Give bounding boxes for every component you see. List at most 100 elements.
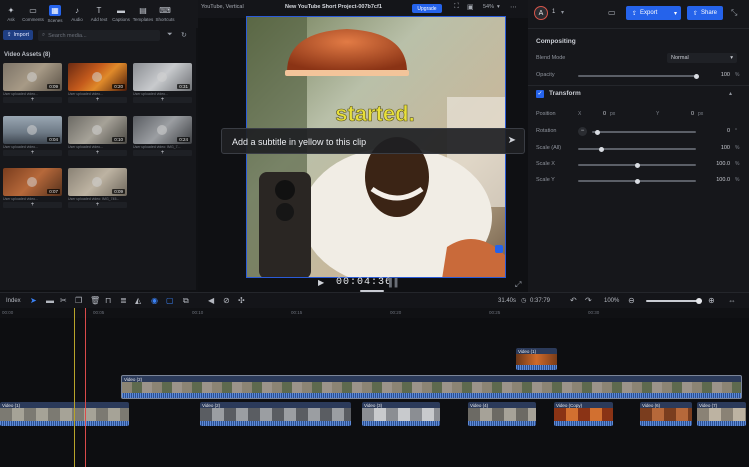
volume-icon[interactable]: ◀ — [208, 296, 214, 305]
asset-thumbnail[interactable]: 0:24 — [133, 116, 192, 144]
add-to-timeline-button[interactable]: + — [133, 150, 192, 156]
scale-all-slider[interactable] — [578, 146, 696, 152]
split-icon[interactable]: ⧉ — [183, 296, 189, 305]
playhead[interactable] — [85, 308, 86, 467]
slider-knob[interactable] — [693, 73, 699, 79]
index-label[interactable]: Index — [6, 297, 21, 306]
add-to-timeline-button[interactable]: + — [68, 202, 127, 208]
asset-card[interactable]: 0:07 User uploaded video... + — [3, 168, 62, 208]
rotation-value[interactable]: 0 — [708, 128, 730, 134]
redo-icon[interactable]: ↷ — [585, 296, 592, 305]
toolbar-add-text[interactable]: T Add text — [88, 0, 110, 28]
asset-thumbnail[interactable]: 0:09 — [3, 63, 62, 91]
position-y-value[interactable]: 0 — [666, 111, 694, 117]
asset-card[interactable]: 0:10 User uploaded video... + — [68, 116, 127, 156]
timeline-clip[interactable]: Video (1) — [516, 348, 557, 370]
frame-icon[interactable]: ▢ — [166, 296, 174, 305]
slider-knob[interactable] — [594, 129, 600, 135]
slider-knob[interactable] — [634, 178, 640, 184]
add-to-timeline-button[interactable]: + — [3, 150, 62, 156]
asset-thumbnail[interactable]: 0:20 — [68, 63, 127, 91]
collapse-icon[interactable]: ⤡ — [731, 8, 737, 18]
add-to-timeline-button[interactable]: + — [133, 97, 192, 103]
chevron-down-icon[interactable]: ▾ — [674, 10, 677, 17]
position-x-value[interactable]: 0 — [586, 111, 606, 117]
upgrade-button[interactable]: Upgrade — [412, 4, 442, 13]
lock-icon[interactable]: ⊓ — [105, 296, 111, 305]
undo-icon[interactable]: ↶ — [570, 296, 577, 305]
toolbar-scenes[interactable]: ▦ Scenes — [44, 0, 66, 28]
asset-thumbnail[interactable]: 0:09 — [68, 168, 127, 196]
export-button[interactable]: ⇪ Export ▾ — [626, 6, 681, 20]
transform-checkbox[interactable]: ✓ — [536, 90, 544, 98]
import-button[interactable]: ⇪ Import — [3, 30, 33, 40]
opacity-slider[interactable] — [578, 73, 699, 79]
asset-card[interactable]: 0:09 User uploaded video... + — [3, 63, 62, 103]
timeline-zoom-slider[interactable] — [646, 298, 702, 304]
add-to-timeline-button[interactable]: + — [68, 150, 127, 156]
zoom-in-icon[interactable]: ⊕ — [708, 296, 715, 305]
scale-y-value[interactable]: 100.0 — [708, 177, 730, 183]
scale-x-value[interactable]: 100.0 — [708, 161, 730, 167]
slider-knob[interactable] — [599, 146, 605, 152]
asset-thumbnail[interactable]: 0:31 — [133, 63, 192, 91]
toolbar-captions[interactable]: ▬ Captions — [110, 0, 132, 28]
fill-icon[interactable]: ◭ — [135, 296, 141, 305]
monitor-icon[interactable]: ▭ — [608, 8, 616, 17]
blend-mode-select[interactable]: Normal ▾ — [667, 53, 737, 63]
trash-icon[interactable]: 🗑 — [90, 296, 100, 305]
play-icon[interactable]: ▶ — [318, 278, 324, 287]
more-icon[interactable]: ⋯ — [510, 3, 517, 11]
scissors-icon[interactable]: ✂ — [60, 296, 67, 305]
send-icon[interactable]: ➤ — [508, 135, 516, 146]
add-to-timeline-button[interactable]: + — [3, 202, 62, 208]
eye-icon[interactable]: ◉ — [151, 296, 158, 305]
asset-card[interactable]: 0:04 User uploaded video... + — [3, 116, 62, 156]
timeline-ruler[interactable]: 00:00 00:05 00:10 00:15 00:20 00:25 00:3… — [0, 308, 749, 318]
toolbar-templates[interactable]: ▤ Templates — [132, 0, 154, 28]
zoom-out-icon[interactable]: ⊖ — [628, 296, 635, 305]
chevron-down-icon[interactable]: ▾ — [561, 9, 564, 16]
asset-card[interactable]: 0:31 User uploaded video... + — [133, 63, 192, 103]
refresh-icon[interactable]: ↻ — [181, 31, 187, 39]
asset-thumbnail[interactable]: 0:07 — [3, 168, 62, 196]
timeline-clip[interactable]: Video (2) — [200, 402, 351, 426]
in-point-marker[interactable] — [74, 308, 75, 467]
timeline-clip[interactable]: Video (4) — [468, 402, 536, 426]
asset-card[interactable]: 0:24 User uploaded video: IMG_7... + — [133, 116, 192, 156]
timeline-clip[interactable]: Video (Copy) — [554, 402, 613, 426]
scale-y-slider[interactable] — [578, 178, 696, 184]
share-button[interactable]: ⇧ Share — [687, 6, 723, 20]
timeline-clip[interactable]: Video (7) — [697, 402, 746, 426]
timeline-clip[interactable]: Video (1) — [0, 402, 129, 426]
timeline-zoom[interactable]: 100% — [604, 297, 619, 306]
cursor-icon[interactable]: ➤ — [30, 296, 37, 305]
comment-icon[interactable]: ▬ — [46, 296, 54, 305]
filter-icon[interactable]: ⏷ — [167, 31, 173, 39]
copy-icon[interactable]: ❐ — [75, 296, 82, 305]
project-title[interactable]: New YouTube Short Project-007b7cf1 — [285, 4, 382, 10]
stack-icon[interactable]: ≣ — [120, 296, 127, 305]
avatar[interactable]: A — [534, 6, 548, 20]
asset-thumbnail[interactable]: 0:04 — [3, 116, 62, 144]
fit-icon[interactable]: ▣ — [467, 3, 474, 11]
asset-card[interactable]: 0:20 User uploaded video... + — [68, 63, 127, 103]
add-to-timeline-button[interactable]: + — [68, 97, 127, 103]
zoom-value[interactable]: 54% — [483, 4, 494, 10]
chevron-down-icon[interactable]: ▾ — [497, 4, 500, 10]
opacity-value[interactable]: 100 — [708, 72, 730, 78]
search-input[interactable]: ⌕ Search media... — [38, 30, 160, 41]
timeline-clip[interactable]: Video (3) — [362, 402, 440, 426]
toolbar-comments[interactable]: ▭ Comments — [22, 0, 44, 28]
timeline-clip[interactable]: Video (6) — [640, 402, 692, 426]
fit-timeline-icon[interactable]: ⇔ — [728, 296, 736, 305]
magic-icon[interactable]: ✣ — [238, 296, 245, 305]
scale-x-slider[interactable] — [578, 162, 696, 168]
fullscreen-icon[interactable]: ⛶ — [454, 3, 459, 11]
toolbar-ask[interactable]: ✦ Ask — [0, 0, 22, 28]
rotation-slider[interactable] — [592, 129, 696, 135]
toolbar-audio[interactable]: ♪ Audio — [66, 0, 88, 28]
format-label[interactable]: YouTube, Vertical — [201, 4, 244, 10]
asset-card[interactable]: 0:09 User uploaded video: IMG_745... + — [68, 168, 127, 208]
rotation-dial[interactable]: − — [578, 127, 587, 136]
